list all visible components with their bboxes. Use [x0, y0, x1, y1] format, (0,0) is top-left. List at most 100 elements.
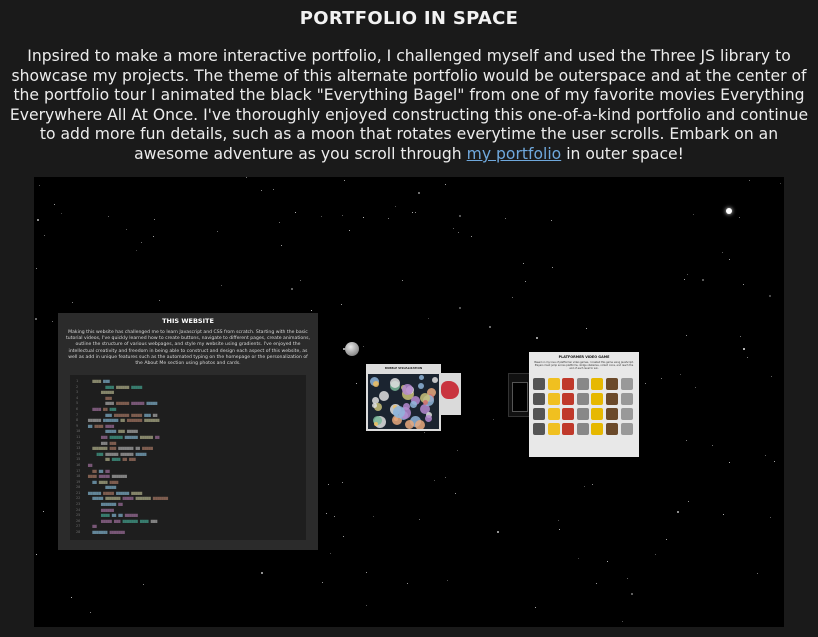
card-title: THIS WEBSITE	[162, 317, 214, 325]
star	[535, 607, 536, 608]
bubble	[415, 420, 425, 429]
star	[757, 573, 758, 574]
star	[61, 213, 62, 214]
bubble	[410, 401, 417, 408]
star	[37, 219, 39, 221]
star	[291, 288, 293, 290]
star	[342, 482, 343, 483]
star	[342, 215, 343, 216]
star	[43, 511, 44, 512]
star	[273, 189, 274, 190]
sprite-icon	[562, 378, 575, 390]
project-description: Inpsired to make a more interactive port…	[8, 47, 810, 165]
space-scene-preview[interactable]: THIS WEBSITE Making this website has cha…	[34, 177, 784, 627]
star	[246, 177, 247, 178]
star	[771, 376, 772, 377]
star	[631, 593, 633, 595]
sprite-icon	[591, 378, 604, 390]
star	[434, 480, 435, 481]
bubble	[390, 378, 400, 388]
sprite-icon	[533, 408, 545, 420]
sprite-icon	[533, 423, 545, 435]
bubble	[418, 383, 424, 389]
bubble-project-card: BUBBLE VISUALIZATION	[366, 364, 441, 431]
star	[765, 455, 766, 456]
map-thumbnail	[441, 381, 459, 399]
star	[680, 374, 681, 375]
star	[217, 231, 218, 232]
star	[356, 383, 357, 384]
star	[702, 279, 704, 281]
sprite-icon	[591, 423, 604, 435]
bubble-chart-thumbnail	[368, 374, 439, 429]
star	[52, 321, 53, 322]
star	[523, 263, 524, 264]
star	[330, 553, 331, 554]
star	[388, 218, 389, 219]
sprite-icon	[591, 393, 604, 405]
bubble	[405, 420, 414, 429]
map-project-card	[439, 373, 461, 415]
star	[328, 484, 329, 485]
star	[344, 180, 345, 181]
bubble	[373, 381, 379, 387]
this-website-card: THIS WEBSITE Making this website has cha…	[58, 313, 318, 550]
sprite-icon	[576, 378, 589, 390]
star	[471, 236, 472, 237]
star	[457, 450, 458, 451]
star	[415, 212, 416, 213]
star	[596, 583, 597, 584]
star	[321, 216, 322, 217]
star	[363, 346, 364, 347]
star	[54, 204, 55, 205]
star	[622, 621, 623, 622]
sprite-icon	[547, 408, 560, 420]
star	[447, 580, 448, 581]
code-line: 28 ▆▆▆▆▆▆▆ ▆▆▆▆▆▆▆	[76, 530, 127, 535]
star	[729, 462, 730, 463]
card-description: Making this website has challenged me to…	[66, 330, 310, 367]
portfolio-link[interactable]: my portfolio	[467, 145, 562, 163]
star	[747, 357, 748, 358]
star	[512, 297, 513, 298]
sprite-icon	[547, 393, 560, 405]
star	[712, 445, 713, 446]
star	[322, 582, 323, 583]
bubble	[393, 406, 405, 418]
sprite-icon	[547, 423, 560, 435]
star	[72, 302, 73, 303]
platformer-game-card: PLATFORMER VIDEO GAME Based on my love o…	[529, 352, 639, 457]
star	[90, 612, 91, 613]
sprite-icon	[562, 408, 575, 420]
star	[154, 219, 155, 220]
sprite-icon	[620, 378, 633, 390]
code-screenshot: 1 ▆▆▆▆ ▆▆▆ 2 ▆▆▆▆ ▆▆▆▆▆▆ ▆▆▆▆▆ 3 ▆▆▆▆▆▆ …	[70, 375, 306, 540]
description-text: Inpsired to make a more interactive port…	[9, 47, 809, 163]
sprite-icon	[533, 393, 545, 405]
star	[459, 307, 461, 309]
star	[740, 336, 741, 337]
star	[743, 348, 745, 350]
sprite-icon	[591, 408, 604, 420]
star	[366, 572, 367, 573]
star	[627, 578, 628, 579]
star	[261, 572, 263, 574]
page-title: PORTFOLIO IN SPACE	[299, 8, 519, 29]
star	[559, 529, 560, 530]
star	[36, 268, 37, 269]
star	[281, 245, 282, 246]
star	[366, 605, 367, 606]
star	[780, 183, 781, 184]
sprite-icon	[605, 393, 618, 405]
star	[159, 300, 160, 301]
star	[525, 281, 526, 282]
star	[769, 295, 771, 297]
star	[407, 583, 408, 584]
bubble	[379, 391, 389, 401]
star	[428, 318, 429, 319]
star	[395, 206, 396, 207]
bubble	[402, 384, 413, 395]
star	[221, 285, 222, 286]
star	[35, 318, 37, 320]
sprite-icon	[605, 378, 618, 390]
